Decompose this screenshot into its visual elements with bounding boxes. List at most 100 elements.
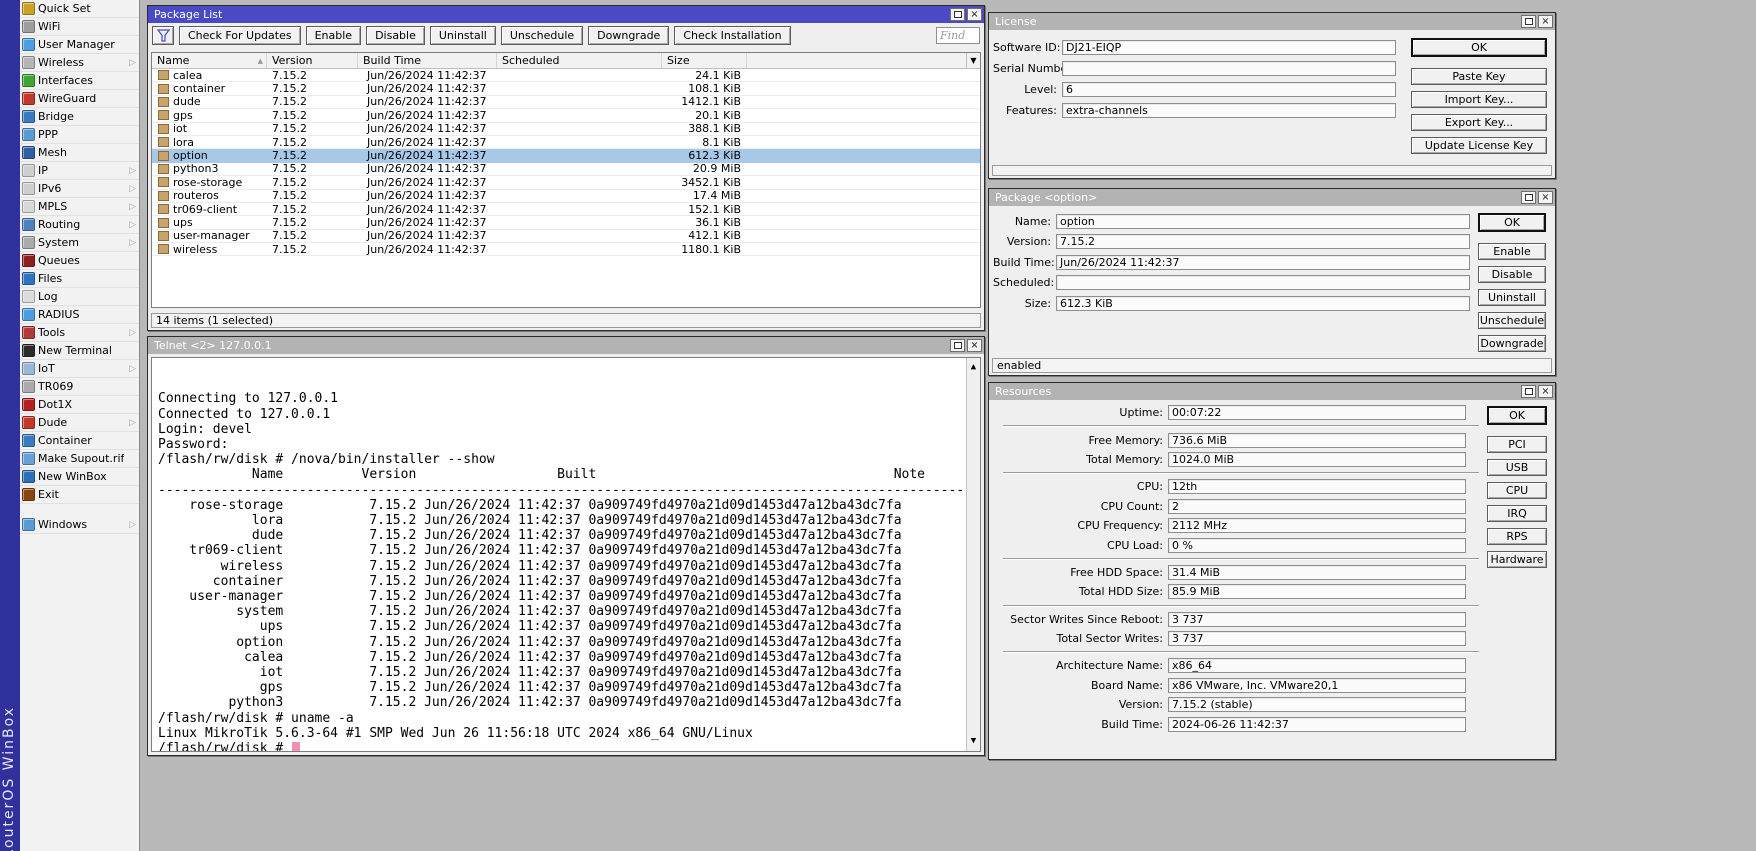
sidebar-item-bridge[interactable]: Bridge ▷	[20, 108, 139, 126]
filter-button[interactable]	[152, 26, 174, 45]
ok-button[interactable]: OK	[1478, 213, 1546, 232]
container[interactable]: container 7.15.2 Jun/26/2024 11:42:37 10…	[152, 82, 980, 95]
check-for-updates-button[interactable]: Check For Updates	[179, 26, 301, 45]
close-icon[interactable]: ×	[967, 8, 982, 21]
minimize-button[interactable]	[1521, 15, 1536, 28]
sidebar-item-iot[interactable]: IoT ▷	[20, 360, 139, 378]
field-input[interactable]: Jun/26/2024 11:42:37	[1056, 255, 1470, 270]
field-input[interactable]: 12th	[1168, 479, 1466, 494]
sidebar-item-mesh[interactable]: Mesh ▷	[20, 144, 139, 162]
package-option-titlebar[interactable]: Package <option> ×	[989, 189, 1555, 206]
field-input[interactable]: 85.9 MiB	[1168, 584, 1466, 599]
sidebar-item-files[interactable]: Files ▷	[20, 270, 139, 288]
minimize-button[interactable]	[1521, 191, 1536, 204]
column-header-version[interactable]: Version	[267, 53, 358, 68]
field-input[interactable]	[1062, 61, 1396, 76]
close-icon[interactable]: ×	[1538, 191, 1553, 204]
package-list-titlebar[interactable]: Package List ×	[148, 6, 984, 23]
sidebar-item-interfaces[interactable]: Interfaces ▷	[20, 72, 139, 90]
find-input[interactable]	[936, 27, 980, 44]
column-header-build-time[interactable]: Build Time	[358, 53, 497, 68]
sidebar-item-container[interactable]: Container ▷	[20, 432, 139, 450]
calea[interactable]: calea 7.15.2 Jun/26/2024 11:42:37 24.1 K…	[152, 69, 980, 82]
scroll-up-icon[interactable]: ▲	[967, 360, 980, 375]
lora[interactable]: lora 7.15.2 Jun/26/2024 11:42:37 8.1 KiB	[152, 136, 980, 149]
routeros[interactable]: routeros 7.15.2 Jun/26/2024 11:42:37 17.…	[152, 190, 980, 203]
uninstall-button[interactable]: Uninstall	[1478, 289, 1546, 306]
field-input[interactable]: 612.3 KiB	[1056, 296, 1470, 311]
column-header-scheduled[interactable]: Scheduled	[497, 53, 662, 68]
sidebar-item-dot1x[interactable]: Dot1X ▷	[20, 396, 139, 414]
sidebar-item-dude[interactable]: Dude ▷	[20, 414, 139, 432]
field-input[interactable]: option	[1056, 214, 1470, 229]
iot[interactable]: iot 7.15.2 Jun/26/2024 11:42:37 388.1 Ki…	[152, 123, 980, 136]
export-key-button[interactable]: Export Key...	[1411, 114, 1547, 131]
sidebar-item-tools[interactable]: Tools ▷	[20, 324, 139, 342]
sidebar-item-new-terminal[interactable]: New Terminal ▷	[20, 342, 139, 360]
gps[interactable]: gps 7.15.2 Jun/26/2024 11:42:37 20.1 KiB	[152, 109, 980, 122]
disable-button[interactable]: Disable	[366, 26, 425, 45]
downgrade-button[interactable]: Downgrade	[588, 26, 669, 45]
wireless[interactable]: wireless 7.15.2 Jun/26/2024 11:42:37 118…	[152, 243, 980, 256]
enable-button[interactable]: Enable	[306, 26, 361, 45]
telnet-titlebar[interactable]: Telnet <2> 127.0.0.1 ×	[148, 337, 984, 354]
sidebar-item-windows[interactable]: Windows ▷	[20, 516, 139, 534]
field-input[interactable]: extra-channels	[1062, 103, 1396, 118]
sidebar-item-radius[interactable]: RADIUS ▷	[20, 306, 139, 324]
field-input[interactable]: 736.6 MiB	[1168, 433, 1466, 448]
sidebar-item-wireless[interactable]: Wireless ▷	[20, 54, 139, 72]
dude[interactable]: dude 7.15.2 Jun/26/2024 11:42:37 1412.1 …	[152, 96, 980, 109]
minimize-button[interactable]	[950, 8, 965, 21]
pci-button[interactable]: PCI	[1487, 436, 1547, 453]
field-input[interactable]: 2024-06-26 11:42:37	[1168, 717, 1466, 732]
field-input[interactable]: 3 737	[1168, 612, 1466, 627]
terminal-area[interactable]: Connecting to 127.0.0.1 Connected to 127…	[151, 357, 981, 752]
field-input[interactable]: x86_64	[1168, 658, 1466, 673]
sidebar-item-ppp[interactable]: PPP ▷	[20, 126, 139, 144]
sidebar-item-routing[interactable]: Routing ▷	[20, 216, 139, 234]
close-icon[interactable]: ×	[1538, 15, 1553, 28]
column-chooser-dropdown[interactable]: ▼	[966, 53, 980, 68]
field-input[interactable]: 7.15.2	[1056, 234, 1470, 249]
field-input[interactable]: DJ21-EIQP	[1062, 40, 1396, 55]
import-key-button[interactable]: Import Key...	[1411, 91, 1547, 108]
scroll-down-icon[interactable]: ▼	[967, 734, 980, 749]
field-input[interactable]: 7.15.2 (stable)	[1168, 697, 1466, 712]
license-titlebar[interactable]: License ×	[989, 13, 1555, 30]
field-input[interactable]: 0 %	[1168, 538, 1466, 553]
sidebar-item-wireguard[interactable]: WireGuard ▷	[20, 90, 139, 108]
close-icon[interactable]: ×	[1538, 385, 1553, 398]
minimize-button[interactable]	[1521, 385, 1536, 398]
sidebar-item-mpls[interactable]: MPLS ▷	[20, 198, 139, 216]
sidebar-item-tr069[interactable]: TR069 ▷	[20, 378, 139, 396]
minimize-button[interactable]	[950, 339, 965, 352]
sidebar-item-new-winbox[interactable]: New WinBox ▷	[20, 468, 139, 486]
sidebar-item-ipv6[interactable]: IPv6 ▷	[20, 180, 139, 198]
sidebar-item-quick-set[interactable]: Quick Set ▷	[20, 0, 139, 18]
sidebar-item-make-supout[interactable]: Make Supout.rif ▷	[20, 450, 139, 468]
downgrade-button[interactable]: Downgrade	[1478, 335, 1546, 352]
scrollbar[interactable]: ▲ ▼	[966, 358, 980, 751]
field-input[interactable]: 2	[1168, 499, 1466, 514]
field-input[interactable]: 2112 MHz	[1168, 518, 1466, 533]
field-input[interactable]	[1056, 275, 1470, 290]
sidebar-item-wifi[interactable]: WiFi ▷	[20, 18, 139, 36]
field-input[interactable]: 1024.0 MiB	[1168, 452, 1466, 467]
rps-button[interactable]: RPS	[1487, 528, 1547, 545]
unschedule-button[interactable]: Unschedule	[1478, 312, 1546, 329]
close-icon[interactable]: ×	[967, 339, 982, 352]
paste-key-button[interactable]: Paste Key	[1411, 68, 1547, 85]
sidebar-item-queues[interactable]: Queues ▷	[20, 252, 139, 270]
resources-titlebar[interactable]: Resources ×	[989, 383, 1555, 400]
sidebar-item-user-manager[interactable]: User Manager ▷	[20, 36, 139, 54]
ups[interactable]: ups 7.15.2 Jun/26/2024 11:42:37 36.1 KiB	[152, 216, 980, 229]
ok-button[interactable]: OK	[1411, 38, 1547, 57]
unschedule-button[interactable]: Unschedule	[501, 26, 583, 45]
check-installation-button[interactable]: Check Installation	[674, 26, 790, 45]
update-license-key-button[interactable]: Update License Key	[1411, 137, 1547, 154]
irq-button[interactable]: IRQ	[1487, 505, 1547, 522]
column-header-size[interactable]: Size	[662, 53, 747, 68]
sidebar-item-ip[interactable]: IP ▷	[20, 162, 139, 180]
cpu-button[interactable]: CPU	[1487, 482, 1547, 499]
tr069-client[interactable]: tr069-client 7.15.2 Jun/26/2024 11:42:37…	[152, 203, 980, 216]
